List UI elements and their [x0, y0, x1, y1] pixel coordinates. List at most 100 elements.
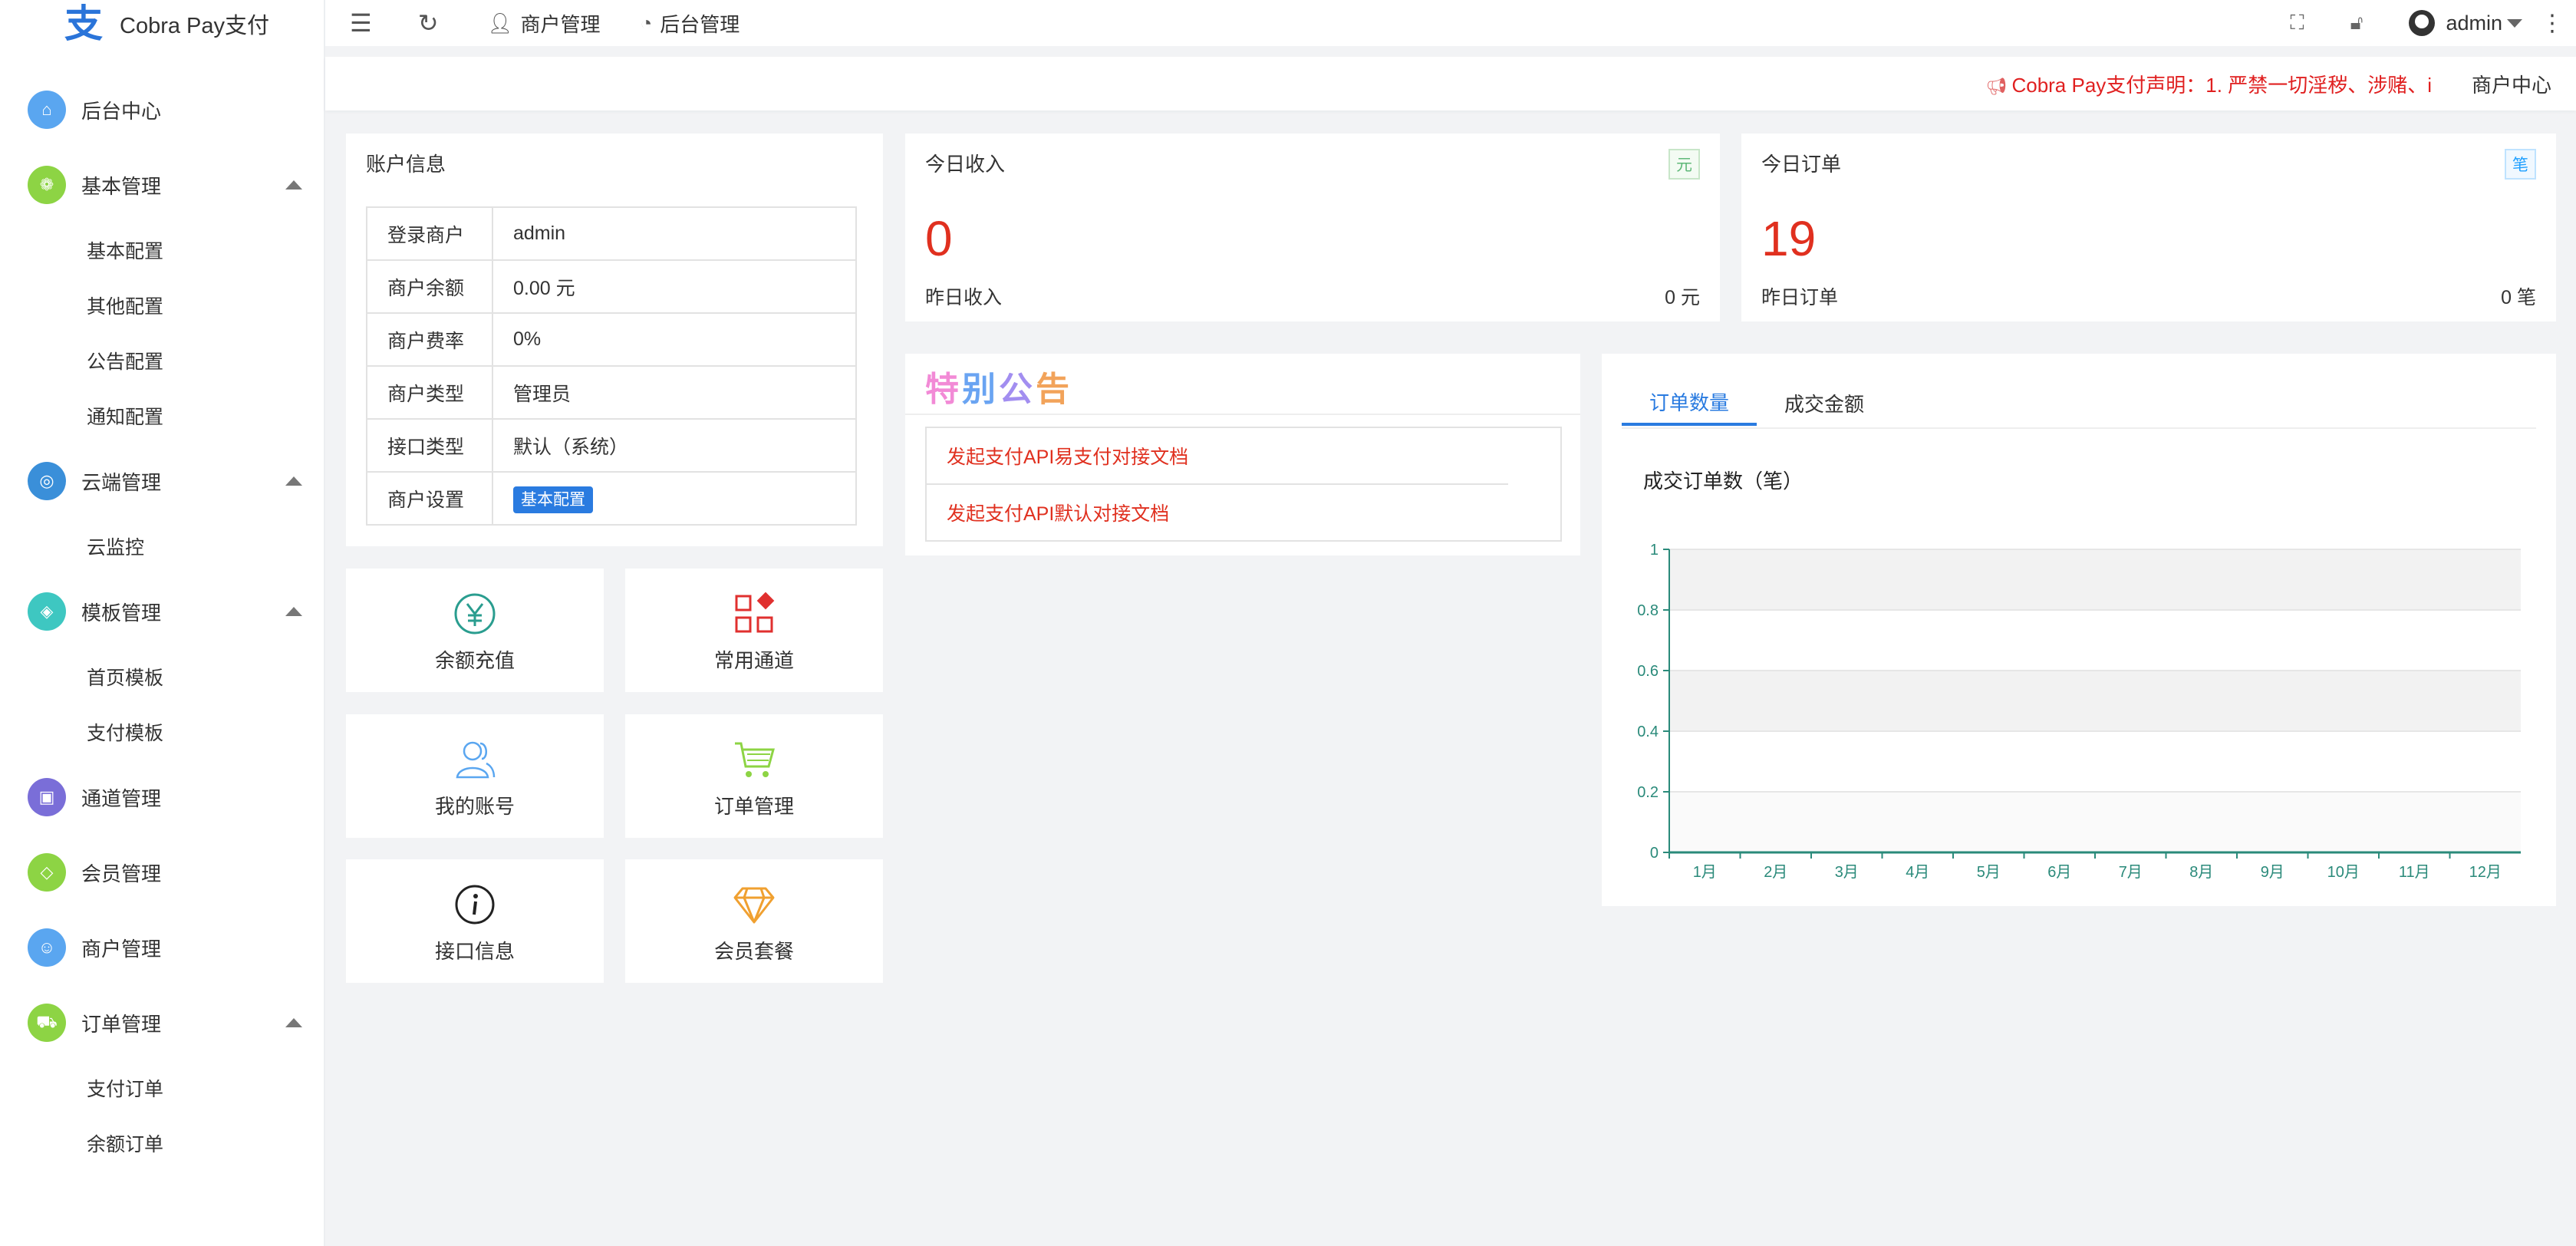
shortcut-label: 订单管理 — [713, 795, 794, 818]
more-icon[interactable]: ⋮ — [2541, 10, 2564, 37]
sidebar-item-6[interactable]: ☺ 商户管理 — [0, 910, 324, 985]
announcement-title-char: 别 — [962, 370, 996, 409]
logo-icon: 支 — [64, 1, 103, 46]
nav-admin-label: 后台管理 — [660, 12, 740, 36]
shortcut-tile[interactable]: 我的账号 — [346, 714, 604, 838]
orders-value: 19 — [1761, 211, 1817, 266]
table-row: 接口类型 默认（系统） — [366, 418, 857, 473]
globe-icon: ◎ — [28, 462, 66, 500]
fullscreen-icon[interactable]: ⛶ — [2290, 11, 2304, 35]
table-row: 商户类型 管理员 — [366, 365, 857, 420]
y-tick-label: 0.2 — [1637, 784, 1659, 801]
grid-band — [1669, 549, 2521, 610]
shortcut-label: 余额充值 — [434, 649, 515, 672]
account-card: 账户信息 登录商户 admin 商户余额 0.00 元商户费率 0% 商户类型 管理员 接口类… — [346, 134, 883, 546]
chevron-up-icon[interactable] — [285, 476, 302, 486]
chevron-up-icon[interactable] — [285, 180, 302, 190]
income-sub-value: 0 元 — [1665, 287, 1700, 308]
account-value: 0% — [492, 312, 857, 367]
shortcut-tile[interactable]: 订单管理 — [625, 714, 883, 838]
sub-bar: 📢︎ Cobra Pay支付声明：1. 严禁一切淫秽、涉赌、i 商户中心 — [325, 57, 2576, 110]
diamond-icon — [732, 882, 776, 927]
sidebar-item-0[interactable]: ⌂ 后台中心 — [0, 72, 324, 147]
account-table: 登录商户 admin 商户余额 0.00 元商户费率 0% 商户类型 管理员 接口类型 默认（系… — [366, 206, 857, 526]
dashboard-icon: ◔ — [640, 11, 653, 35]
orders-card: 今日订单 笔 19 昨日订单 0 笔 — [1741, 134, 2556, 321]
avatar[interactable] — [2409, 10, 2436, 36]
announcement-link-yipay[interactable]: 发起支付API易支付对接文档 — [927, 428, 1560, 483]
nav-admin-link[interactable]: ◔ 后台管理 — [641, 9, 740, 38]
shortcut-label: 接口信息 — [434, 940, 515, 963]
lock-icon[interactable]: 🔓︎ — [2350, 11, 2364, 35]
announcement-title-char: 公 — [999, 370, 1033, 409]
x-tick-label: 11月 — [2399, 864, 2430, 881]
account-key: 登录商户 — [366, 206, 493, 261]
diamond-icon: ◇ — [28, 853, 66, 892]
sidebar-subitem[interactable]: 其他配置 — [0, 278, 324, 333]
sidebar-item-5[interactable]: ◇ 会员管理 — [0, 835, 324, 910]
collapse-menu-icon[interactable]: ☰ — [350, 8, 372, 38]
settings-icon: ❁ — [28, 166, 66, 204]
sidebar-subitem[interactable]: 云监控 — [0, 519, 324, 574]
income-card: 今日收入 元 0 昨日收入 0 元 — [905, 134, 1720, 321]
sidebar-subitem[interactable]: 首页模板 — [0, 649, 324, 704]
app-title: Cobra Pay支付 — [120, 14, 270, 38]
table-row: 商户设置 基本配置 — [366, 471, 857, 526]
x-tick-label: 5月 — [1977, 864, 2001, 881]
info-icon — [453, 882, 497, 927]
notice-text: Cobra Pay支付声明：1. 严禁一切淫秽、涉赌、i — [2011, 73, 2432, 97]
sidebar-subitem[interactable]: 公告配置 — [0, 333, 324, 388]
table-row: 登录商户 admin — [366, 206, 857, 261]
sidebar-item-7[interactable]: ⛟ 订单管理 — [0, 985, 324, 1060]
shortcut-tile[interactable]: 常用通道 — [625, 569, 883, 692]
order-chart: 00.20.40.60.811月 2月 3月 4月 5月 6月 7月 8月 9月 10月 11月 12… — [1637, 542, 2521, 881]
app-logo[interactable]: 支 Cobra Pay支付 — [0, 0, 324, 48]
nav-merchant-link[interactable]: 👤︎ 商户管理 — [488, 9, 601, 38]
account-value: 0.00 元 — [492, 259, 857, 314]
account-value: admin — [492, 206, 857, 261]
account-value: 基本配置 — [492, 471, 857, 526]
orders-sub-label: 昨日订单 — [1761, 287, 1839, 308]
account-key: 商户费率 — [366, 312, 493, 367]
chevron-up-icon[interactable] — [285, 1018, 302, 1027]
y-tick-label: 0 — [1650, 845, 1659, 862]
income-title: 今日收入 — [925, 153, 1006, 176]
chevron-up-icon[interactable] — [285, 607, 302, 616]
shortcut-tile[interactable]: 余额充值 — [346, 569, 604, 692]
account-key: 商户设置 — [366, 471, 493, 526]
announcement-title-char: 特 — [925, 370, 959, 409]
sidebar-subitem[interactable]: 支付模板 — [0, 704, 324, 760]
x-tick-label: 8月 — [2189, 864, 2213, 881]
chart-card: 订单数量 成交金额 成交订单数（笔） 0 0.2 0.4 0.6 0.8 1 1月 2月 3月 4… — [1602, 354, 2556, 906]
top-bar-right: ⛶ 🔓︎ admin ⋮ — [2290, 0, 2576, 46]
shortcut-label: 会员套餐 — [713, 940, 794, 963]
sidebar-subitem[interactable]: 通知配置 — [0, 388, 324, 443]
shortcut-label: 我的账号 — [434, 795, 515, 818]
shortcut-tile[interactable]: 会员套餐 — [625, 859, 883, 983]
sidebar-item-label: 后台中心 — [81, 99, 162, 123]
x-tick-label: 2月 — [1764, 864, 1787, 881]
table-row: 商户余额 0.00 元 — [366, 259, 857, 314]
refresh-icon[interactable]: ↻ — [418, 8, 439, 38]
sidebar-item-label: 云端管理 — [81, 470, 162, 494]
sidebar: 支 Cobra Pay支付 ⌂ 后台中心 ❁ 基本管理 基本配置 其他配置 公告配置 通知配置… — [0, 0, 325, 1246]
sidebar-item-1[interactable]: ❁ 基本管理 — [0, 147, 324, 222]
y-tick-label: 1 — [1650, 542, 1659, 559]
sidebar-subitem[interactable]: 余额订单 — [0, 1116, 324, 1171]
orders-title: 今日订单 — [1761, 153, 1842, 176]
breadcrumb[interactable]: 商户中心 — [2472, 70, 2551, 98]
user-name[interactable]: admin — [2446, 12, 2502, 35]
sidebar-item-2[interactable]: ◎ 云端管理 — [0, 443, 324, 519]
sidebar-item-label: 模板管理 — [81, 601, 162, 625]
x-tick-label: 7月 — [2119, 864, 2143, 881]
chevron-down-icon[interactable] — [2507, 18, 2522, 28]
shortcut-tile[interactable]: 接口信息 — [346, 859, 604, 983]
sidebar-subitem[interactable]: 基本配置 — [0, 222, 324, 278]
grid-band — [1669, 671, 2521, 731]
sidebar-subitem[interactable]: 支付订单 — [0, 1060, 324, 1116]
sidebar-item-4[interactable]: ▣ 通道管理 — [0, 760, 324, 835]
announcement-link-default[interactable]: 发起支付API默认对接文档 — [927, 485, 1560, 540]
sidebar-item-3[interactable]: ◈ 模板管理 — [0, 574, 324, 649]
apps-icon — [732, 592, 776, 636]
basic-config-button[interactable]: 基本配置 — [513, 486, 593, 513]
